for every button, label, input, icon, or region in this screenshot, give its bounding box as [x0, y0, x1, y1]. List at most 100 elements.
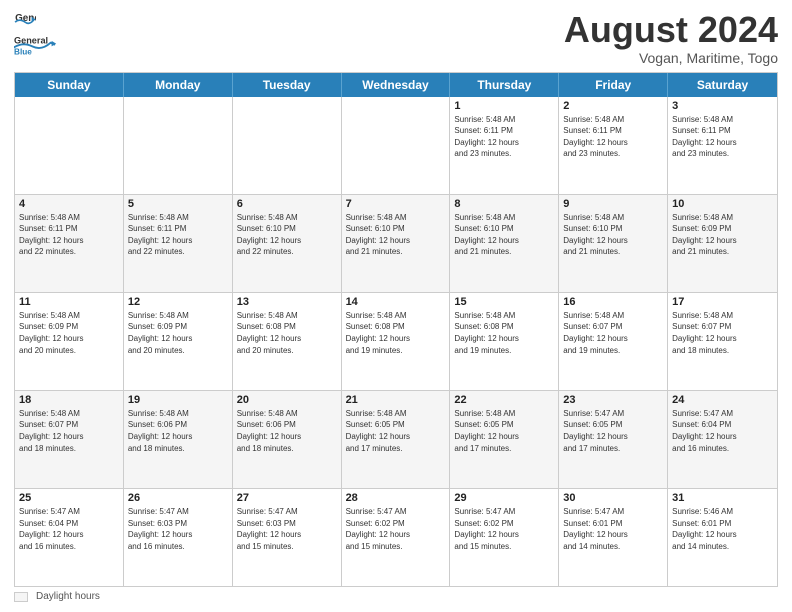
day-info: Sunrise: 5:48 AM Sunset: 6:06 PM Dayligh…: [128, 408, 228, 454]
day-number: 11: [19, 296, 119, 308]
day-number: 18: [19, 394, 119, 406]
day-cell-22: 22Sunrise: 5:48 AM Sunset: 6:05 PM Dayli…: [450, 391, 559, 488]
day-number: 12: [128, 296, 228, 308]
day-cell-1: 1 Sunrise: 5:48 AM Sunset: 6:11 PM Daylig…: [450, 97, 559, 194]
day-number: 6: [237, 198, 337, 210]
day-cell-2: 2 Sunrise: 5:48 AM Sunset: 6:11 PM Daylig…: [559, 97, 668, 194]
legend-label: Daylight hours: [36, 591, 100, 602]
day-info: Sunrise: 5:48 AM Sunset: 6:09 PM Dayligh…: [128, 310, 228, 356]
day-cell-18: 18 Sunrise: 5:48 AM Sunset: 6:07 PM Dayli…: [15, 391, 124, 488]
day-info: Sunrise: 5:48 AM Sunset: 6:05 PM Dayligh…: [346, 408, 446, 454]
day-cell-11: 11Sunrise: 5:48 AM Sunset: 6:09 PM Dayli…: [15, 293, 124, 390]
day-info: Sunrise: 5:48 AM Sunset: 6:10 PM Dayligh…: [237, 212, 337, 258]
day-cell-28: 28 Sunrise: 5:47 AM Sunset: 6:02 PM Dayli…: [342, 489, 451, 586]
day-info: Sunrise: 5:46 AM Sunset: 6:01 PM Dayligh…: [672, 506, 773, 552]
day-cell-14: 14 Sunrise: 5:48 AM Sunset: 6:08 PM Dayli…: [342, 293, 451, 390]
day-cell-13: 13 Sunrise: 5:48 AM Sunset: 6:08 PM Dayli…: [233, 293, 342, 390]
day-cell-10: 10 Sunrise: 5:48 AM Sunset: 6:09 PM Dayli…: [668, 195, 777, 292]
day-number: 4: [19, 198, 119, 210]
day-number: 27: [237, 492, 337, 504]
day-info: Sunrise: 5:48 AM Sunset: 6:08 PM Dayligh…: [346, 310, 446, 356]
day-info: Sunrise: 5:47 AM Sunset: 6:02 PM Dayligh…: [454, 506, 554, 552]
day-number: 23: [563, 394, 663, 406]
day-of-week-sunday: Sunday: [15, 73, 124, 97]
day-info: Sunrise: 5:48 AM Sunset: 6:05 PM Dayligh…: [454, 408, 554, 454]
day-cell-3: 3Sunrise: 5:48 AM Sunset: 6:11 PM Daylig…: [668, 97, 777, 194]
day-info: Sunrise: 5:48 AM Sunset: 6:10 PM Dayligh…: [563, 212, 663, 258]
day-cell-17: 17 Sunrise: 5:48 AM Sunset: 6:07 PM Dayli…: [668, 293, 777, 390]
day-info: Sunrise: 5:47 AM Sunset: 6:04 PM Dayligh…: [672, 408, 773, 454]
day-cell-8: 8Sunrise: 5:48 AM Sunset: 6:10 PM Daylig…: [450, 195, 559, 292]
day-cell-30: 30Sunrise: 5:47 AM Sunset: 6:01 PM Dayli…: [559, 489, 668, 586]
day-cell-6: 6 Sunrise: 5:48 AM Sunset: 6:10 PM Daylig…: [233, 195, 342, 292]
day-info: Sunrise: 5:47 AM Sunset: 6:03 PM Dayligh…: [128, 506, 228, 552]
day-number: 17: [672, 296, 773, 308]
calendar: SundayMondayTuesdayWednesdayThursdayFrid…: [14, 72, 778, 587]
empty-cell: [342, 97, 451, 194]
day-number: 29: [454, 492, 554, 504]
calendar-header: SundayMondayTuesdayWednesdayThursdayFrid…: [15, 73, 777, 97]
day-info: Sunrise: 5:47 AM Sunset: 6:01 PM Dayligh…: [563, 506, 663, 552]
day-info: Sunrise: 5:47 AM Sunset: 6:02 PM Dayligh…: [346, 506, 446, 552]
day-info: Sunrise: 5:48 AM Sunset: 6:06 PM Dayligh…: [237, 408, 337, 454]
day-number: 5: [128, 198, 228, 210]
day-number: 13: [237, 296, 337, 308]
day-info: Sunrise: 5:48 AM Sunset: 6:09 PM Dayligh…: [672, 212, 773, 258]
calendar-row-2: 11 Sunrise: 5:48 AM Sunset: 6:09 PM Dayli…: [15, 292, 777, 390]
calendar-row-3: 18 Sunrise: 5:48 AM Sunset: 6:07 PM Dayli…: [15, 390, 777, 488]
day-info: Sunrise: 5:47 AM Sunset: 6:05 PM Dayligh…: [563, 408, 663, 454]
day-cell-21: 21Sunrise: 5:48 AM Sunset: 6:05 PM Dayli…: [342, 391, 451, 488]
day-info: Sunrise: 5:48 AM Sunset: 6:11 PM Dayligh…: [19, 212, 119, 258]
day-number: 25: [19, 492, 119, 504]
empty-cell: [124, 97, 233, 194]
day-number: 19: [128, 394, 228, 406]
day-cell-29: 29 Sunrise: 5:47 AM Sunset: 6:02 PM Dayli…: [450, 489, 559, 586]
day-cell-31: 31 Sunrise: 5:46 AM Sunset: 6:01 PM Dayli…: [668, 489, 777, 586]
header: General General Blue August 2024 Vogan, …: [14, 10, 778, 66]
day-of-week-wednesday: Wednesday: [342, 73, 451, 97]
day-info: Sunrise: 5:48 AM Sunset: 6:07 PM Dayligh…: [672, 310, 773, 356]
day-cell-20: 20Sunrise: 5:48 AM Sunset: 6:06 PM Dayli…: [233, 391, 342, 488]
logo-area: General General Blue: [14, 10, 69, 64]
general-blue-logo: General Blue: [14, 26, 69, 64]
day-of-week-saturday: Saturday: [668, 73, 777, 97]
day-info: Sunrise: 5:48 AM Sunset: 6:11 PM Dayligh…: [563, 114, 663, 160]
day-info: Sunrise: 5:48 AM Sunset: 6:11 PM Dayligh…: [454, 114, 554, 160]
day-cell-26: 26 Sunrise: 5:47 AM Sunset: 6:03 PM Dayli…: [124, 489, 233, 586]
day-info: Sunrise: 5:48 AM Sunset: 6:08 PM Dayligh…: [454, 310, 554, 356]
day-cell-9: 9Sunrise: 5:48 AM Sunset: 6:10 PM Daylig…: [559, 195, 668, 292]
month-title: August 2024: [564, 10, 778, 50]
day-of-week-monday: Monday: [124, 73, 233, 97]
day-cell-7: 7Sunrise: 5:48 AM Sunset: 6:10 PM Daylig…: [342, 195, 451, 292]
day-of-week-friday: Friday: [559, 73, 668, 97]
footer: Daylight hours: [14, 587, 778, 602]
day-cell-19: 19 Sunrise: 5:48 AM Sunset: 6:06 PM Dayli…: [124, 391, 233, 488]
day-cell-4: 4 Sunrise: 5:48 AM Sunset: 6:11 PM Daylig…: [15, 195, 124, 292]
day-info: Sunrise: 5:48 AM Sunset: 6:08 PM Dayligh…: [237, 310, 337, 356]
day-number: 31: [672, 492, 773, 504]
day-info: Sunrise: 5:48 AM Sunset: 6:07 PM Dayligh…: [563, 310, 663, 356]
day-cell-15: 15 Sunrise: 5:48 AM Sunset: 6:08 PM Dayli…: [450, 293, 559, 390]
day-number: 1: [454, 100, 554, 112]
day-number: 28: [346, 492, 446, 504]
day-number: 15: [454, 296, 554, 308]
day-number: 24: [672, 394, 773, 406]
day-number: 26: [128, 492, 228, 504]
empty-cell: [233, 97, 342, 194]
day-cell-16: 16Sunrise: 5:48 AM Sunset: 6:07 PM Dayli…: [559, 293, 668, 390]
day-number: 14: [346, 296, 446, 308]
day-info: Sunrise: 5:48 AM Sunset: 6:10 PM Dayligh…: [346, 212, 446, 258]
day-number: 2: [563, 100, 663, 112]
svg-text:Blue: Blue: [14, 48, 32, 57]
day-info: Sunrise: 5:48 AM Sunset: 6:10 PM Dayligh…: [454, 212, 554, 258]
day-number: 10: [672, 198, 773, 210]
day-cell-27: 27Sunrise: 5:47 AM Sunset: 6:03 PM Dayli…: [233, 489, 342, 586]
calendar-body: 1 Sunrise: 5:48 AM Sunset: 6:11 PM Daylig…: [15, 97, 777, 586]
day-info: Sunrise: 5:48 AM Sunset: 6:07 PM Dayligh…: [19, 408, 119, 454]
day-of-week-thursday: Thursday: [450, 73, 559, 97]
day-info: Sunrise: 5:47 AM Sunset: 6:04 PM Dayligh…: [19, 506, 119, 552]
title-area: August 2024 Vogan, Maritime, Togo: [564, 10, 778, 66]
page: General General Blue August 2024 Vogan, …: [0, 0, 792, 612]
empty-cell: [15, 97, 124, 194]
day-cell-25: 25 Sunrise: 5:47 AM Sunset: 6:04 PM Dayli…: [15, 489, 124, 586]
